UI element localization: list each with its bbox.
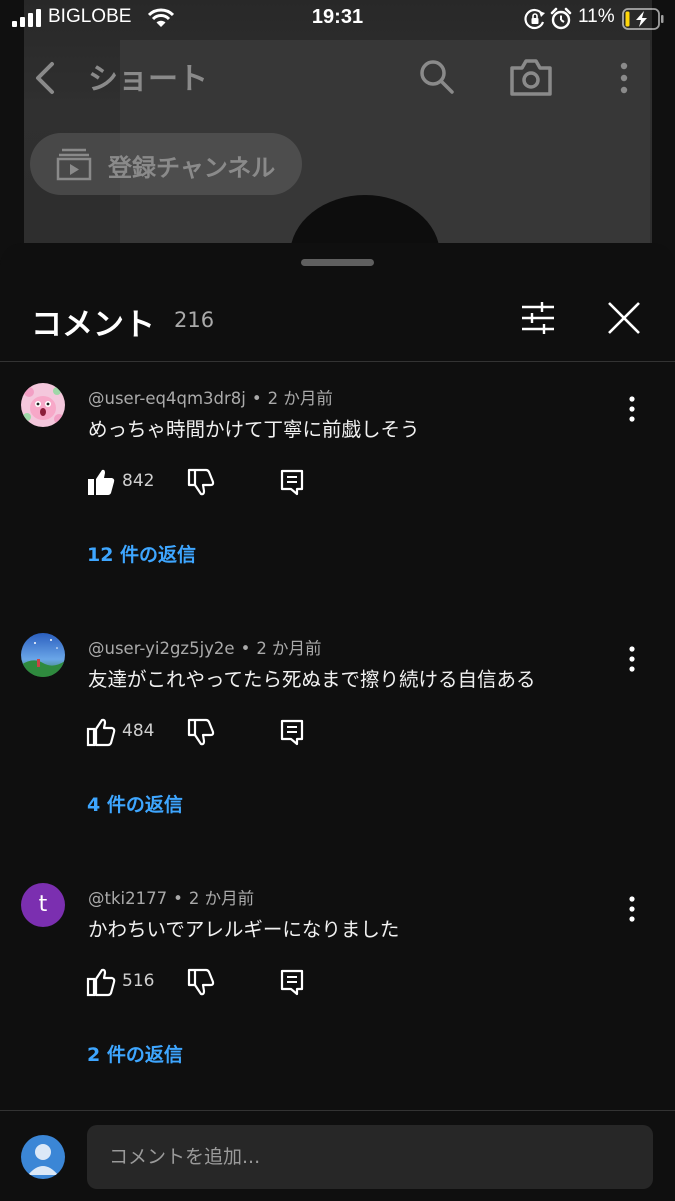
comment-more-icon[interactable] (618, 643, 646, 675)
comment-author[interactable]: @user-yi2gz5jy2e (88, 639, 235, 658)
like-count: 842 (122, 471, 155, 491)
comment-item: @user-eq4qm3dr8j • 2 か月前 めっちゃ時間かけて丁寧に前戯しそう… (0, 363, 675, 593)
reply-icon[interactable] (278, 467, 306, 497)
my-avatar (21, 1135, 65, 1179)
view-replies-link[interactable]: 4 件の返信 (87, 790, 183, 817)
avatar[interactable] (21, 383, 65, 427)
comment-text: かわちいでアレルギーになりました (88, 918, 400, 941)
comment-meta: @tki2177 • 2 か月前 (88, 885, 254, 909)
shorts-title: ショート (88, 62, 208, 97)
comments-title: コメント (31, 307, 155, 343)
sort-filter-icon[interactable] (520, 300, 556, 336)
like-icon[interactable] (86, 967, 116, 997)
meta-separator: • (173, 889, 183, 908)
pink-character-avatar-icon (21, 383, 65, 427)
like-count: 484 (122, 721, 155, 741)
header-divider (0, 361, 675, 362)
dislike-icon[interactable] (186, 967, 216, 997)
comment-more-icon[interactable] (618, 893, 646, 925)
comment-author[interactable]: @user-eq4qm3dr8j (88, 389, 246, 408)
like-filled-icon[interactable] (86, 467, 116, 497)
rotation-lock-icon (524, 8, 545, 30)
more-options-icon[interactable] (612, 58, 636, 98)
status-time: 19:31 (311, 6, 364, 28)
subscriptions-icon (56, 148, 92, 181)
comment-more-icon[interactable] (618, 393, 646, 425)
comment-text: 友達がこれやってたら死ぬまで擦り続ける自信ある (88, 668, 536, 691)
landscape-avatar-icon (21, 633, 65, 677)
alarm-icon (550, 7, 572, 30)
avatar[interactable] (21, 633, 65, 677)
subscriptions-chip[interactable]: 登録チャンネル (30, 133, 302, 195)
like-count: 516 (122, 971, 155, 991)
comment-composer (0, 1110, 675, 1201)
view-replies-link[interactable]: 2 件の返信 (87, 1040, 183, 1067)
comment-item: t @tki2177 • 2 か月前 かわちいでアレルギーになりました 516 2 … (0, 863, 675, 1093)
add-comment-input[interactable] (87, 1125, 653, 1189)
shorts-header: ショート (0, 40, 675, 110)
close-icon[interactable] (607, 301, 641, 335)
search-icon[interactable] (418, 58, 456, 96)
comment-meta: @user-eq4qm3dr8j • 2 か月前 (88, 385, 333, 409)
reply-icon[interactable] (278, 967, 306, 997)
default-user-icon (28, 1144, 58, 1175)
view-replies-link[interactable]: 12 件の返信 (87, 540, 196, 567)
comments-sheet: コメント 216 @user-eq4qm3dr8j • 2 か月前 めっちゃ時間… (0, 243, 675, 1200)
comment-time: 2 か月前 (256, 639, 322, 658)
subscriptions-chip-label: 登録チャンネル (108, 154, 276, 182)
comment-text: めっちゃ時間かけて丁寧に前戯しそう (88, 418, 420, 441)
drag-handle[interactable] (301, 259, 374, 266)
reply-icon[interactable] (278, 717, 306, 747)
dim-overlay (0, 0, 675, 260)
camera-icon[interactable] (508, 56, 554, 98)
comment-time: 2 か月前 (267, 389, 333, 408)
comment-time: 2 か月前 (188, 889, 255, 908)
battery-percentage: 11% (578, 6, 615, 27)
dislike-icon[interactable] (186, 717, 216, 747)
dislike-icon[interactable] (186, 467, 216, 497)
like-icon[interactable] (86, 717, 116, 747)
comment-item: @user-yi2gz5jy2e • 2 か月前 友達がこれやってたら死ぬまで擦り続… (0, 613, 675, 843)
avatar[interactable]: t (21, 883, 65, 927)
status-bar: BIGLOBE 19:31 11% (0, 0, 675, 38)
shorts-background: ショート 登録チャンネル (0, 0, 675, 260)
comments-count: 216 (174, 308, 215, 332)
back-icon[interactable] (30, 58, 60, 98)
meta-separator: • (240, 639, 251, 658)
comment-author[interactable]: @tki2177 (88, 889, 167, 908)
battery-icon (622, 8, 664, 30)
comment-meta: @user-yi2gz5jy2e • 2 か月前 (88, 635, 322, 659)
meta-separator: • (251, 389, 262, 408)
